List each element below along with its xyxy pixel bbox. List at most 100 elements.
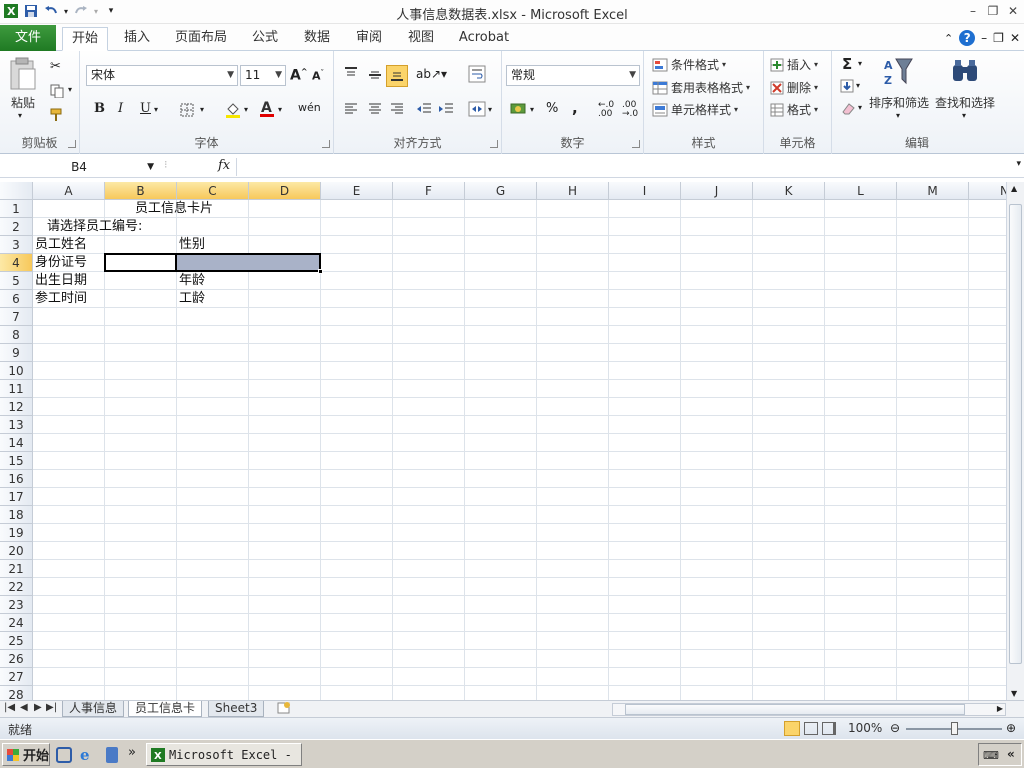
cell[interactable] — [825, 272, 897, 290]
normal-view-icon[interactable] — [784, 721, 800, 736]
cell[interactable] — [753, 308, 825, 326]
cell[interactable] — [825, 380, 897, 398]
cell[interactable] — [177, 470, 249, 488]
cell[interactable] — [969, 290, 1006, 308]
row-header[interactable]: 1 — [0, 200, 33, 218]
cell[interactable] — [897, 236, 969, 254]
cell[interactable] — [681, 344, 753, 362]
row-header[interactable]: 17 — [0, 488, 33, 506]
clear-icon[interactable] — [840, 101, 856, 115]
cell[interactable] — [825, 668, 897, 686]
cell[interactable] — [753, 218, 825, 236]
cell[interactable] — [609, 596, 681, 614]
align-left-icon[interactable] — [344, 103, 358, 115]
zoom-out-icon[interactable]: ⊖ — [890, 721, 900, 735]
borders-icon[interactable] — [180, 103, 194, 117]
name-box[interactable]: B4 ▼ — [2, 158, 156, 176]
cell[interactable] — [681, 398, 753, 416]
cell[interactable] — [609, 560, 681, 578]
taskbar-excel-button[interactable]: X Microsoft Excel - ... — [146, 743, 302, 766]
align-right-icon[interactable] — [390, 103, 404, 115]
increase-indent-icon[interactable] — [438, 103, 454, 115]
cell[interactable] — [753, 542, 825, 560]
cell[interactable] — [321, 272, 393, 290]
cell[interactable] — [537, 452, 609, 470]
cell[interactable] — [609, 452, 681, 470]
cell[interactable] — [465, 236, 537, 254]
row-header[interactable]: 7 — [0, 308, 33, 326]
cell[interactable] — [105, 542, 177, 560]
tab-page-layout[interactable]: 页面布局 — [170, 27, 232, 51]
select-all-corner[interactable] — [0, 182, 33, 200]
workbook-restore-icon[interactable]: ❐ — [993, 31, 1004, 45]
cell[interactable] — [177, 560, 249, 578]
sheet-tab-personnel[interactable]: 人事信息 — [62, 701, 125, 717]
cell[interactable] — [681, 488, 753, 506]
cell[interactable] — [321, 470, 393, 488]
cell[interactable] — [681, 578, 753, 596]
cell[interactable] — [753, 650, 825, 668]
cell[interactable] — [825, 434, 897, 452]
find-select-label[interactable]: 查找和选择 — [932, 94, 998, 111]
cell[interactable] — [393, 452, 465, 470]
cell[interactable] — [465, 596, 537, 614]
cell[interactable] — [681, 290, 753, 308]
restore-icon[interactable]: ❐ — [984, 2, 1002, 20]
decrease-decimal-icon[interactable]: .00 →.0 — [622, 101, 638, 119]
cell[interactable] — [321, 632, 393, 650]
cell[interactable] — [321, 596, 393, 614]
cell[interactable] — [393, 344, 465, 362]
cell[interactable] — [753, 236, 825, 254]
page-layout-view-icon[interactable] — [804, 722, 818, 735]
cell[interactable] — [969, 254, 1006, 272]
cell[interactable] — [897, 668, 969, 686]
row-header[interactable]: 28 — [0, 686, 33, 700]
cell[interactable] — [321, 686, 393, 700]
cell[interactable] — [753, 254, 825, 272]
column-header[interactable]: C — [177, 182, 249, 200]
cell[interactable] — [825, 506, 897, 524]
cell[interactable] — [969, 326, 1006, 344]
cut-icon[interactable]: ✂ — [50, 59, 61, 74]
cell[interactable] — [537, 632, 609, 650]
cell[interactable] — [33, 578, 105, 596]
row-header[interactable]: 25 — [0, 632, 33, 650]
cell[interactable] — [969, 380, 1006, 398]
vertical-scroll-thumb[interactable] — [1009, 204, 1022, 664]
next-sheet-icon[interactable]: ▶ — [34, 702, 42, 713]
row-header[interactable]: 23 — [0, 596, 33, 614]
cell[interactable] — [33, 416, 105, 434]
cell[interactable] — [177, 434, 249, 452]
cell[interactable] — [249, 362, 321, 380]
cell[interactable] — [321, 650, 393, 668]
cell[interactable] — [969, 398, 1006, 416]
zoom-slider-knob[interactable] — [951, 722, 958, 735]
cell[interactable] — [105, 434, 177, 452]
paste-dropdown-icon[interactable]: ▾ — [18, 111, 22, 120]
cell[interactable] — [321, 254, 393, 272]
cell[interactable] — [393, 434, 465, 452]
cell[interactable] — [825, 524, 897, 542]
scroll-down-icon[interactable]: ▼ — [1011, 689, 1017, 698]
cell[interactable] — [393, 596, 465, 614]
cell[interactable] — [177, 416, 249, 434]
cell[interactable] — [177, 524, 249, 542]
cell[interactable] — [609, 272, 681, 290]
row-header[interactable]: 14 — [0, 434, 33, 452]
cell[interactable] — [249, 290, 321, 308]
cell[interactable] — [609, 632, 681, 650]
cell[interactable] — [753, 488, 825, 506]
cell[interactable] — [33, 308, 105, 326]
keyboard-icon[interactable]: ⌨ — [983, 749, 999, 762]
cell[interactable] — [33, 524, 105, 542]
cell[interactable] — [105, 416, 177, 434]
cell[interactable] — [33, 596, 105, 614]
cell[interactable] — [897, 506, 969, 524]
cell[interactable] — [537, 398, 609, 416]
cell[interactable] — [249, 380, 321, 398]
cell[interactable] — [753, 398, 825, 416]
cell[interactable] — [33, 398, 105, 416]
accounting-dropdown-icon[interactable]: ▾ — [530, 105, 534, 114]
cell[interactable] — [465, 614, 537, 632]
tab-acrobat[interactable]: Acrobat — [454, 27, 514, 51]
